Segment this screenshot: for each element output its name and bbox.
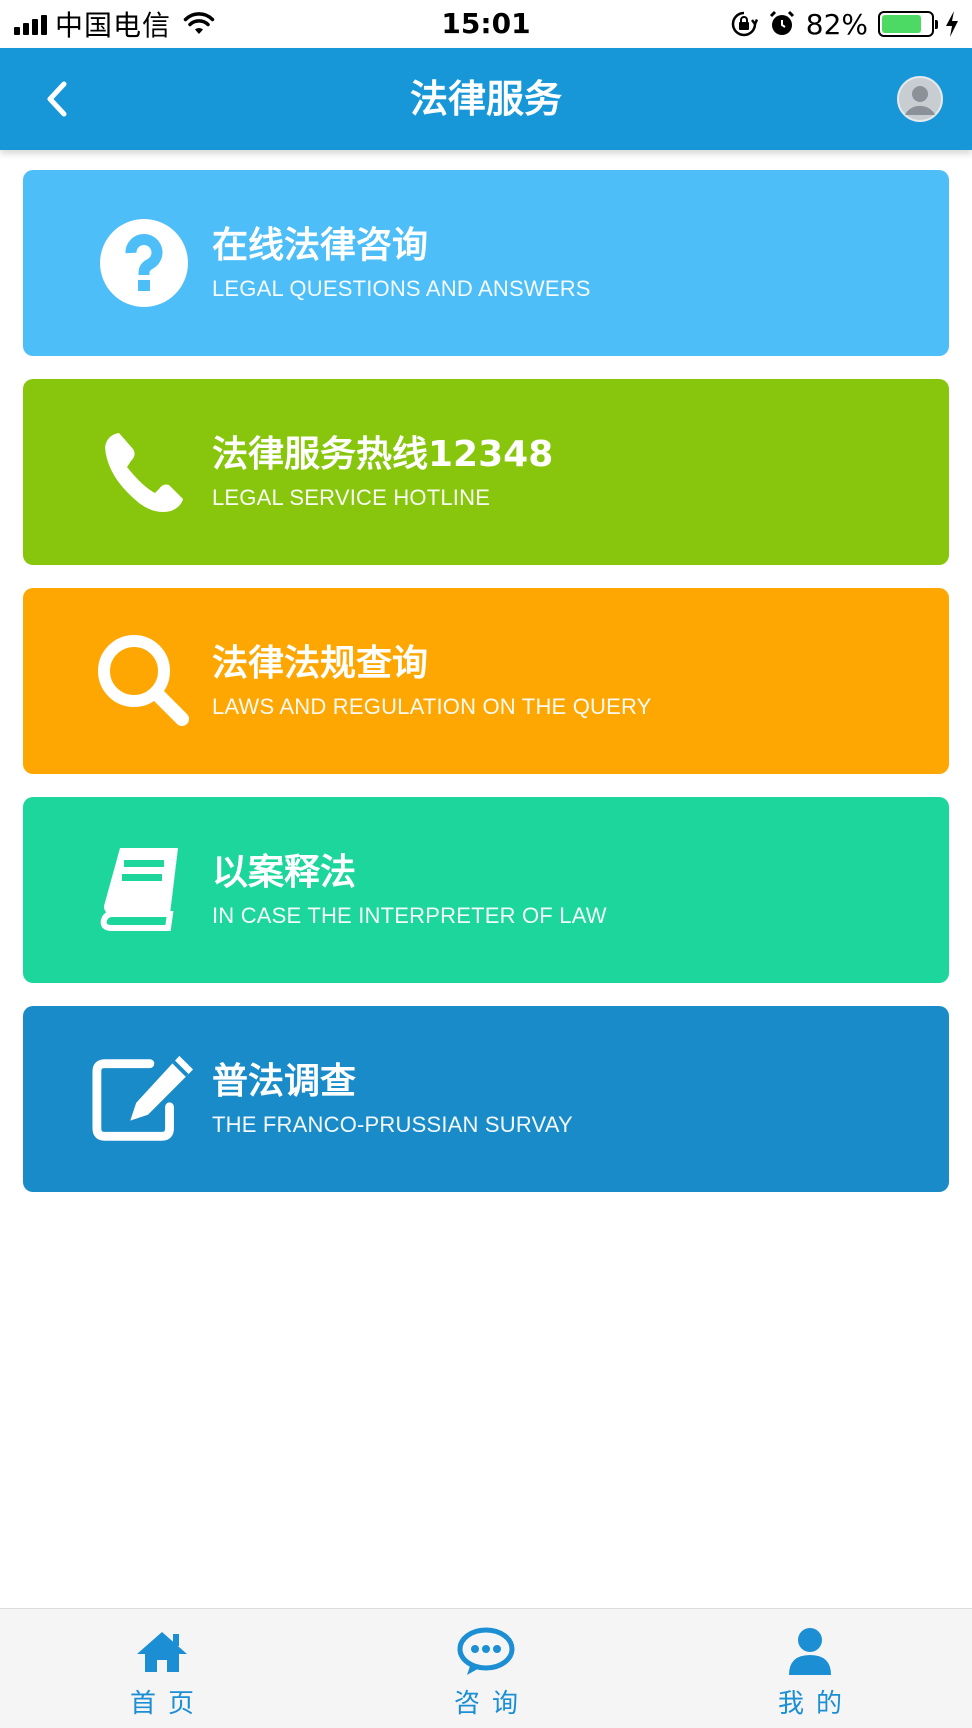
tab-mine[interactable]: 我的 (648, 1609, 972, 1728)
card-subtitle: LEGAL SERVICE HOTLINE (212, 485, 491, 510)
question-circle-icon (91, 210, 197, 316)
service-card-case-law[interactable]: 以案释法 IN CASE THE INTERPRETER OF LAW (23, 797, 949, 983)
tab-label: 我的 (777, 1689, 854, 1719)
tab-bar: 首页 咨询 我的 (0, 1608, 972, 1728)
card-title: 法律服务热线12348 (212, 434, 554, 475)
service-card-hotline[interactable]: 法律服务热线12348 LEGAL SERVICE HOTLINE (23, 379, 949, 565)
card-subtitle: IN CASE THE INTERPRETER OF LAW (212, 903, 607, 928)
service-card-online-consult[interactable]: 在线法律咨询 LEGAL QUESTIONS AND ANSWERS (23, 170, 949, 356)
card-title: 法律法规查询 (212, 643, 429, 684)
card-title: 普法调查 (212, 1061, 357, 1102)
user-avatar-icon (897, 76, 943, 122)
service-list: 在线法律咨询 LEGAL QUESTIONS AND ANSWERS 法律服务热… (23, 170, 949, 1215)
chat-bubble-icon (456, 1627, 516, 1677)
home-icon (132, 1627, 192, 1677)
tab-home[interactable]: 首页 (0, 1609, 324, 1728)
search-icon (91, 628, 197, 734)
back-button[interactable] (30, 72, 84, 126)
card-subtitle: LEGAL QUESTIONS AND ANSWERS (212, 276, 591, 301)
page-title: 法律服务 (409, 77, 562, 121)
edit-icon (91, 1046, 197, 1152)
service-card-survey[interactable]: 普法调查 THE FRANCO-PRUSSIAN SURVAY (23, 1006, 949, 1192)
card-subtitle: THE FRANCO-PRUSSIAN SURVAY (212, 1112, 573, 1137)
tab-consult[interactable]: 咨询 (324, 1609, 648, 1728)
battery-percent: 82% (805, 7, 868, 41)
status-bar: 中国电信 15:01 82% (0, 0, 972, 48)
chevron-left-icon (47, 81, 67, 117)
tab-label: 首页 (129, 1689, 206, 1719)
battery-fill (882, 15, 922, 33)
tab-label: 咨询 (453, 1689, 530, 1719)
alarm-icon (768, 10, 796, 38)
service-card-law-search[interactable]: 法律法规查询 LAWS AND REGULATION ON THE QUERY (23, 588, 949, 774)
nav-bar: 法律服务 (0, 48, 972, 150)
card-subtitle: LAWS AND REGULATION ON THE QUERY (212, 694, 652, 719)
user-icon (780, 1627, 840, 1677)
orientation-lock-icon (730, 10, 758, 38)
card-title: 以案释法 (212, 852, 357, 893)
book-icon (91, 837, 197, 943)
card-title: 在线法律咨询 (212, 225, 429, 266)
status-right: 82% (730, 6, 960, 42)
battery-icon (878, 11, 938, 37)
charging-icon (944, 10, 960, 38)
phone-icon (91, 419, 197, 525)
user-avatar-button[interactable] (896, 75, 944, 123)
